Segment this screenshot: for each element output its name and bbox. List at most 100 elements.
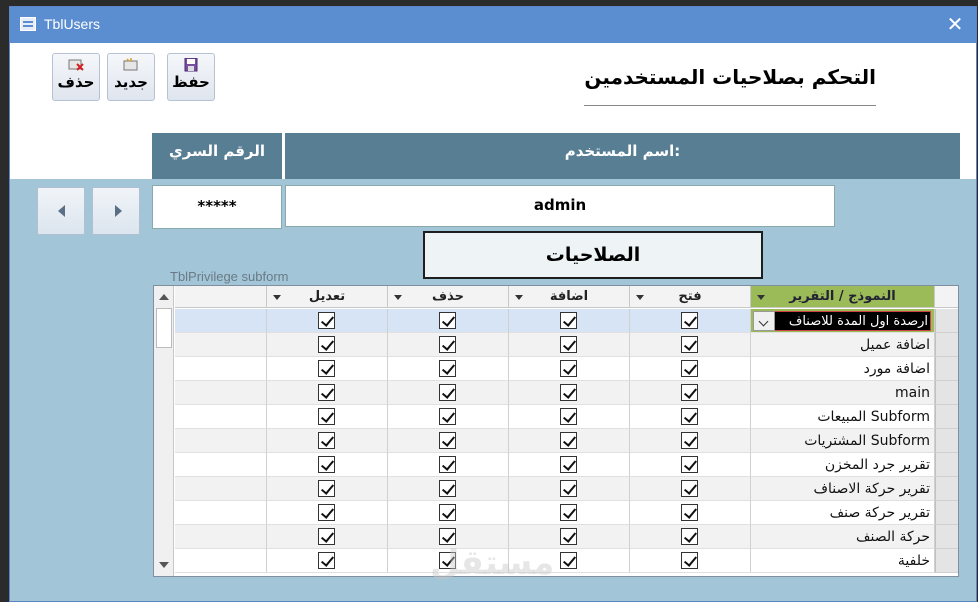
open-checkbox[interactable]	[681, 456, 698, 473]
save-button[interactable]: حفظ	[167, 53, 215, 101]
add-checkbox[interactable]	[560, 360, 577, 377]
open-checkbox[interactable]	[681, 552, 698, 569]
delete-checkbox[interactable]	[439, 312, 456, 329]
table-row[interactable]: Subform المشتريات	[175, 429, 958, 453]
edit-checkbox[interactable]	[318, 408, 335, 425]
username-field[interactable]: admin	[285, 185, 835, 227]
add-checkbox[interactable]	[560, 384, 577, 401]
scroll-thumb[interactable]	[156, 308, 172, 348]
open-checkbox[interactable]	[681, 384, 698, 401]
edit-checkbox[interactable]	[318, 456, 335, 473]
form-report-cell[interactable]: main	[751, 381, 935, 405]
close-button[interactable]: ✕	[942, 11, 968, 37]
delete-checkbox[interactable]	[439, 408, 456, 425]
add-checkbox[interactable]	[560, 432, 577, 449]
password-field[interactable]: *****	[152, 185, 282, 229]
row-selector[interactable]	[935, 453, 958, 477]
next-record-button[interactable]	[92, 187, 140, 235]
form-report-cell[interactable]: اضافة عميل	[751, 333, 935, 357]
edit-checkbox[interactable]	[318, 432, 335, 449]
delete-button[interactable]: حذف	[52, 53, 100, 101]
add-checkbox[interactable]	[560, 456, 577, 473]
row-selector[interactable]	[935, 309, 958, 333]
add-checkbox[interactable]	[560, 552, 577, 569]
save-icon	[184, 58, 198, 72]
row-selector[interactable]	[935, 549, 958, 573]
edit-checkbox[interactable]	[318, 480, 335, 497]
add-checkbox[interactable]	[560, 408, 577, 425]
scroll-up-icon[interactable]	[157, 290, 171, 304]
row-selector[interactable]	[935, 525, 958, 549]
form-report-cell[interactable]: Subform المشتريات	[751, 429, 935, 453]
vertical-scrollbar[interactable]	[154, 286, 174, 576]
scroll-down-icon[interactable]	[157, 558, 171, 572]
add-checkbox[interactable]	[560, 336, 577, 353]
row-selector[interactable]	[935, 333, 958, 357]
open-checkbox[interactable]	[681, 408, 698, 425]
delete-checkbox[interactable]	[439, 432, 456, 449]
column-header-open[interactable]: فتح	[630, 286, 751, 308]
add-checkbox[interactable]	[560, 504, 577, 521]
row-selector[interactable]	[935, 405, 958, 429]
row-selector[interactable]	[935, 357, 958, 381]
form-report-cell[interactable]: تقرير حركة صنف	[751, 501, 935, 525]
row-selector[interactable]	[935, 429, 958, 453]
table-row[interactable]: تقرير حركة الاصناف	[175, 477, 958, 501]
column-header-add[interactable]: اضافة	[509, 286, 630, 308]
edit-checkbox[interactable]	[318, 360, 335, 377]
add-checkbox[interactable]	[560, 480, 577, 497]
open-checkbox[interactable]	[681, 360, 698, 377]
edit-checkbox[interactable]	[318, 384, 335, 401]
blank-cell	[175, 501, 267, 525]
table-row[interactable]: ارصدة اول المدة للاصناف	[175, 309, 958, 333]
edit-checkbox[interactable]	[318, 552, 335, 569]
delete-checkbox[interactable]	[439, 456, 456, 473]
delete-checkbox[interactable]	[439, 336, 456, 353]
delete-cell	[388, 453, 509, 477]
open-checkbox[interactable]	[681, 336, 698, 353]
form-report-cell[interactable]: اضافة مورد	[751, 357, 935, 381]
table-row[interactable]: حركة الصنف	[175, 525, 958, 549]
edit-checkbox[interactable]	[318, 312, 335, 329]
row-selector[interactable]	[935, 501, 958, 525]
form-report-cell[interactable]: خلفية	[751, 549, 935, 573]
add-checkbox[interactable]	[560, 528, 577, 545]
row-selector[interactable]	[935, 381, 958, 405]
add-checkbox[interactable]	[560, 312, 577, 329]
chevron-down-icon[interactable]	[753, 311, 775, 331]
form-report-cell[interactable]: ارصدة اول المدة للاصناف	[751, 309, 935, 333]
table-row[interactable]: Subform المبيعات	[175, 405, 958, 429]
edit-checkbox[interactable]	[318, 336, 335, 353]
previous-record-button[interactable]	[37, 187, 85, 235]
delete-checkbox[interactable]	[439, 480, 456, 497]
table-row[interactable]: اضافة عميل	[175, 333, 958, 357]
form-report-cell[interactable]: Subform المبيعات	[751, 405, 935, 429]
add-cell	[509, 333, 630, 357]
delete-checkbox[interactable]	[439, 504, 456, 521]
open-checkbox[interactable]	[681, 432, 698, 449]
table-row[interactable]: تقرير حركة صنف	[175, 501, 958, 525]
open-checkbox[interactable]	[681, 528, 698, 545]
column-header-delete[interactable]: حذف	[388, 286, 509, 308]
open-checkbox[interactable]	[681, 312, 698, 329]
delete-checkbox[interactable]	[439, 384, 456, 401]
open-checkbox[interactable]	[681, 480, 698, 497]
table-row[interactable]: اضافة مورد	[175, 357, 958, 381]
column-header-edit[interactable]: تعديل	[267, 286, 388, 308]
form-report-cell[interactable]: تقرير حركة الاصناف	[751, 477, 935, 501]
new-button[interactable]: جديد	[107, 53, 155, 101]
table-row[interactable]: main	[175, 381, 958, 405]
form-report-cell[interactable]: تقرير جرد المخزن	[751, 453, 935, 477]
table-row[interactable]: خلفية	[175, 549, 958, 573]
row-selector[interactable]	[935, 477, 958, 501]
form-report-cell[interactable]: حركة الصنف	[751, 525, 935, 549]
delete-checkbox[interactable]	[439, 360, 456, 377]
column-header-form-report[interactable]: النموذج / التقرير	[751, 286, 935, 308]
form-report-combo[interactable]: ارصدة اول المدة للاصناف	[753, 311, 931, 331]
open-checkbox[interactable]	[681, 504, 698, 521]
blank-cell	[175, 549, 267, 573]
edit-checkbox[interactable]	[318, 528, 335, 545]
delete-cell	[388, 429, 509, 453]
edit-checkbox[interactable]	[318, 504, 335, 521]
table-row[interactable]: تقرير جرد المخزن	[175, 453, 958, 477]
